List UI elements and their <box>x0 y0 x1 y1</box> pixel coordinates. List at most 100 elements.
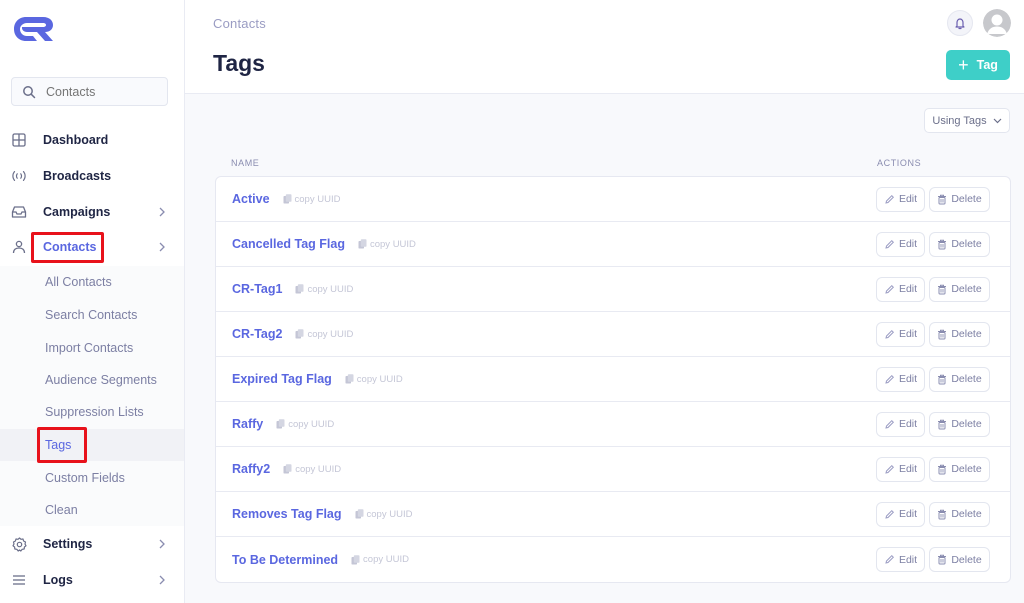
page-title: Tags <box>213 50 265 76</box>
pencil-icon <box>885 284 894 294</box>
tag-name-link[interactable]: Raffy2 <box>232 462 270 476</box>
copy-uuid-button[interactable]: copy UUID <box>358 239 416 250</box>
pencil-icon <box>885 194 894 204</box>
search-input[interactable] <box>46 84 156 99</box>
inbox-icon <box>11 204 27 220</box>
main-content: Contacts Tags + Tag Using Tags NAME ACTI… <box>185 0 1024 603</box>
tag-name-link[interactable]: CR-Tag1 <box>232 282 282 296</box>
delete-button[interactable]: Delete <box>929 456 990 482</box>
trash-icon <box>938 239 947 249</box>
tags-table: Active copy UUID Edit Delete Cancelled T… <box>215 176 1011 583</box>
tag-name-link[interactable]: Raffy <box>232 417 263 431</box>
copy-uuid-label: copy UUID <box>369 238 416 250</box>
copy-uuid-button[interactable]: copy UUID <box>345 374 403 385</box>
submenu-item-search-contacts[interactable]: Search Contacts <box>0 299 184 331</box>
edit-button[interactable]: Edit <box>876 501 925 527</box>
submenu-item-suppression-lists[interactable]: Suppression Lists <box>0 396 184 428</box>
delete-button[interactable]: Delete <box>929 321 990 347</box>
trash-icon <box>938 464 947 474</box>
table-row: Raffy copy UUID Edit Delete <box>216 402 1010 447</box>
tag-name-link[interactable]: Removes Tag Flag <box>232 507 342 521</box>
notifications-button[interactable] <box>947 10 973 36</box>
table-row: Raffy2 copy UUID Edit Delete <box>216 447 1010 492</box>
delete-button[interactable]: Delete <box>929 366 990 392</box>
copy-uuid-button[interactable]: copy UUID <box>276 419 334 430</box>
filter-label: Using Tags <box>932 114 987 127</box>
edit-button[interactable]: Edit <box>876 276 925 302</box>
delete-button[interactable]: Delete <box>929 501 990 527</box>
sidebar-item-settings[interactable]: Settings <box>0 527 184 561</box>
edit-button[interactable]: Edit <box>876 366 925 392</box>
user-avatar[interactable] <box>983 9 1011 37</box>
edit-button[interactable]: Edit <box>876 547 925 572</box>
delete-button[interactable]: Delete <box>929 231 990 257</box>
copy-uuid-button[interactable]: copy UUID <box>295 329 353 340</box>
app-logo[interactable] <box>13 15 55 43</box>
submenu-item-label: Search Contacts <box>45 308 138 322</box>
delete-label: Delete <box>951 463 982 475</box>
table-row: CR-Tag1 copy UUID Edit Delete <box>216 267 1010 312</box>
copy-icon <box>345 374 354 384</box>
edit-button[interactable]: Edit <box>876 231 925 257</box>
copy-uuid-label: copy UUID <box>294 193 341 205</box>
sidebar-item-label: Logs <box>43 573 73 587</box>
copy-uuid-label: copy UUID <box>288 418 335 430</box>
page-header: Contacts Tags + Tag <box>185 0 1024 94</box>
pencil-icon <box>885 239 894 249</box>
submenu-item-label: All Contacts <box>45 275 112 289</box>
sidebar-item-dashboard[interactable]: Dashboard <box>0 123 184 157</box>
copy-uuid-button[interactable]: copy UUID <box>283 193 341 205</box>
submenu-item-all-contacts[interactable]: All Contacts <box>0 266 184 298</box>
submenu-item-clean[interactable]: Clean <box>0 494 184 526</box>
gear-icon <box>11 536 27 552</box>
sidebar-item-logs[interactable]: Logs <box>0 563 184 597</box>
pencil-icon <box>885 509 894 519</box>
delete-label: Delete <box>951 283 982 295</box>
copy-icon <box>358 239 367 249</box>
trash-icon <box>938 419 947 429</box>
copy-uuid-button[interactable]: copy UUID <box>295 284 353 295</box>
copy-uuid-button[interactable]: copy UUID <box>351 554 409 565</box>
tag-name-link[interactable]: Cancelled Tag Flag <box>232 237 345 251</box>
table-row: CR-Tag2 copy UUID Edit Delete <box>216 312 1010 357</box>
copy-uuid-button[interactable]: copy UUID <box>283 464 341 475</box>
pencil-icon <box>885 419 894 429</box>
tag-name-link[interactable]: CR-Tag2 <box>232 327 282 341</box>
submenu-item-label: Suppression Lists <box>45 405 144 419</box>
submenu-item-audience-segments[interactable]: Audience Segments <box>0 364 184 396</box>
tag-name-link[interactable]: Expired Tag Flag <box>232 372 332 386</box>
edit-button[interactable]: Edit <box>876 186 925 212</box>
copy-uuid-label: copy UUID <box>363 554 409 565</box>
column-header-actions: ACTIONS <box>877 158 922 168</box>
delete-label: Delete <box>951 238 982 250</box>
sidebar-item-label: Broadcasts <box>43 169 112 183</box>
filter-dropdown[interactable]: Using Tags <box>924 108 1010 133</box>
edit-label: Edit <box>898 283 918 295</box>
submenu-item-custom-fields[interactable]: Custom Fields <box>0 462 184 494</box>
edit-button[interactable]: Edit <box>876 456 925 482</box>
submenu-item-import-contacts[interactable]: Import Contacts <box>0 332 184 364</box>
copy-uuid-button[interactable]: copy UUID <box>355 508 413 520</box>
copy-uuid-label: copy UUID <box>356 373 403 385</box>
edit-button[interactable]: Edit <box>876 411 925 437</box>
breadcrumb[interactable]: Contacts <box>213 16 266 31</box>
sidebar-item-broadcasts[interactable]: Broadcasts <box>0 159 184 193</box>
sidebar-search[interactable] <box>11 77 168 106</box>
copy-uuid-label: copy UUID <box>366 508 413 520</box>
copy-icon <box>283 464 292 474</box>
sidebar-item-campaigns[interactable]: Campaigns <box>0 195 184 229</box>
add-tag-button[interactable]: + Tag <box>946 50 1010 80</box>
delete-button[interactable]: Delete <box>929 547 990 572</box>
copy-icon <box>295 284 304 294</box>
submenu-item-tags[interactable]: Tags <box>0 429 184 461</box>
edit-label: Edit <box>898 373 918 385</box>
pencil-icon <box>885 329 894 339</box>
tag-name-link[interactable]: To Be Determined <box>232 553 338 567</box>
copy-uuid-label: copy UUID <box>307 283 354 295</box>
tag-name-link[interactable]: Active <box>232 192 270 206</box>
edit-button[interactable]: Edit <box>876 321 925 347</box>
sidebar-item-contacts[interactable]: Contacts <box>0 230 184 264</box>
delete-button[interactable]: Delete <box>929 186 990 212</box>
delete-button[interactable]: Delete <box>929 276 990 302</box>
delete-button[interactable]: Delete <box>929 411 990 437</box>
